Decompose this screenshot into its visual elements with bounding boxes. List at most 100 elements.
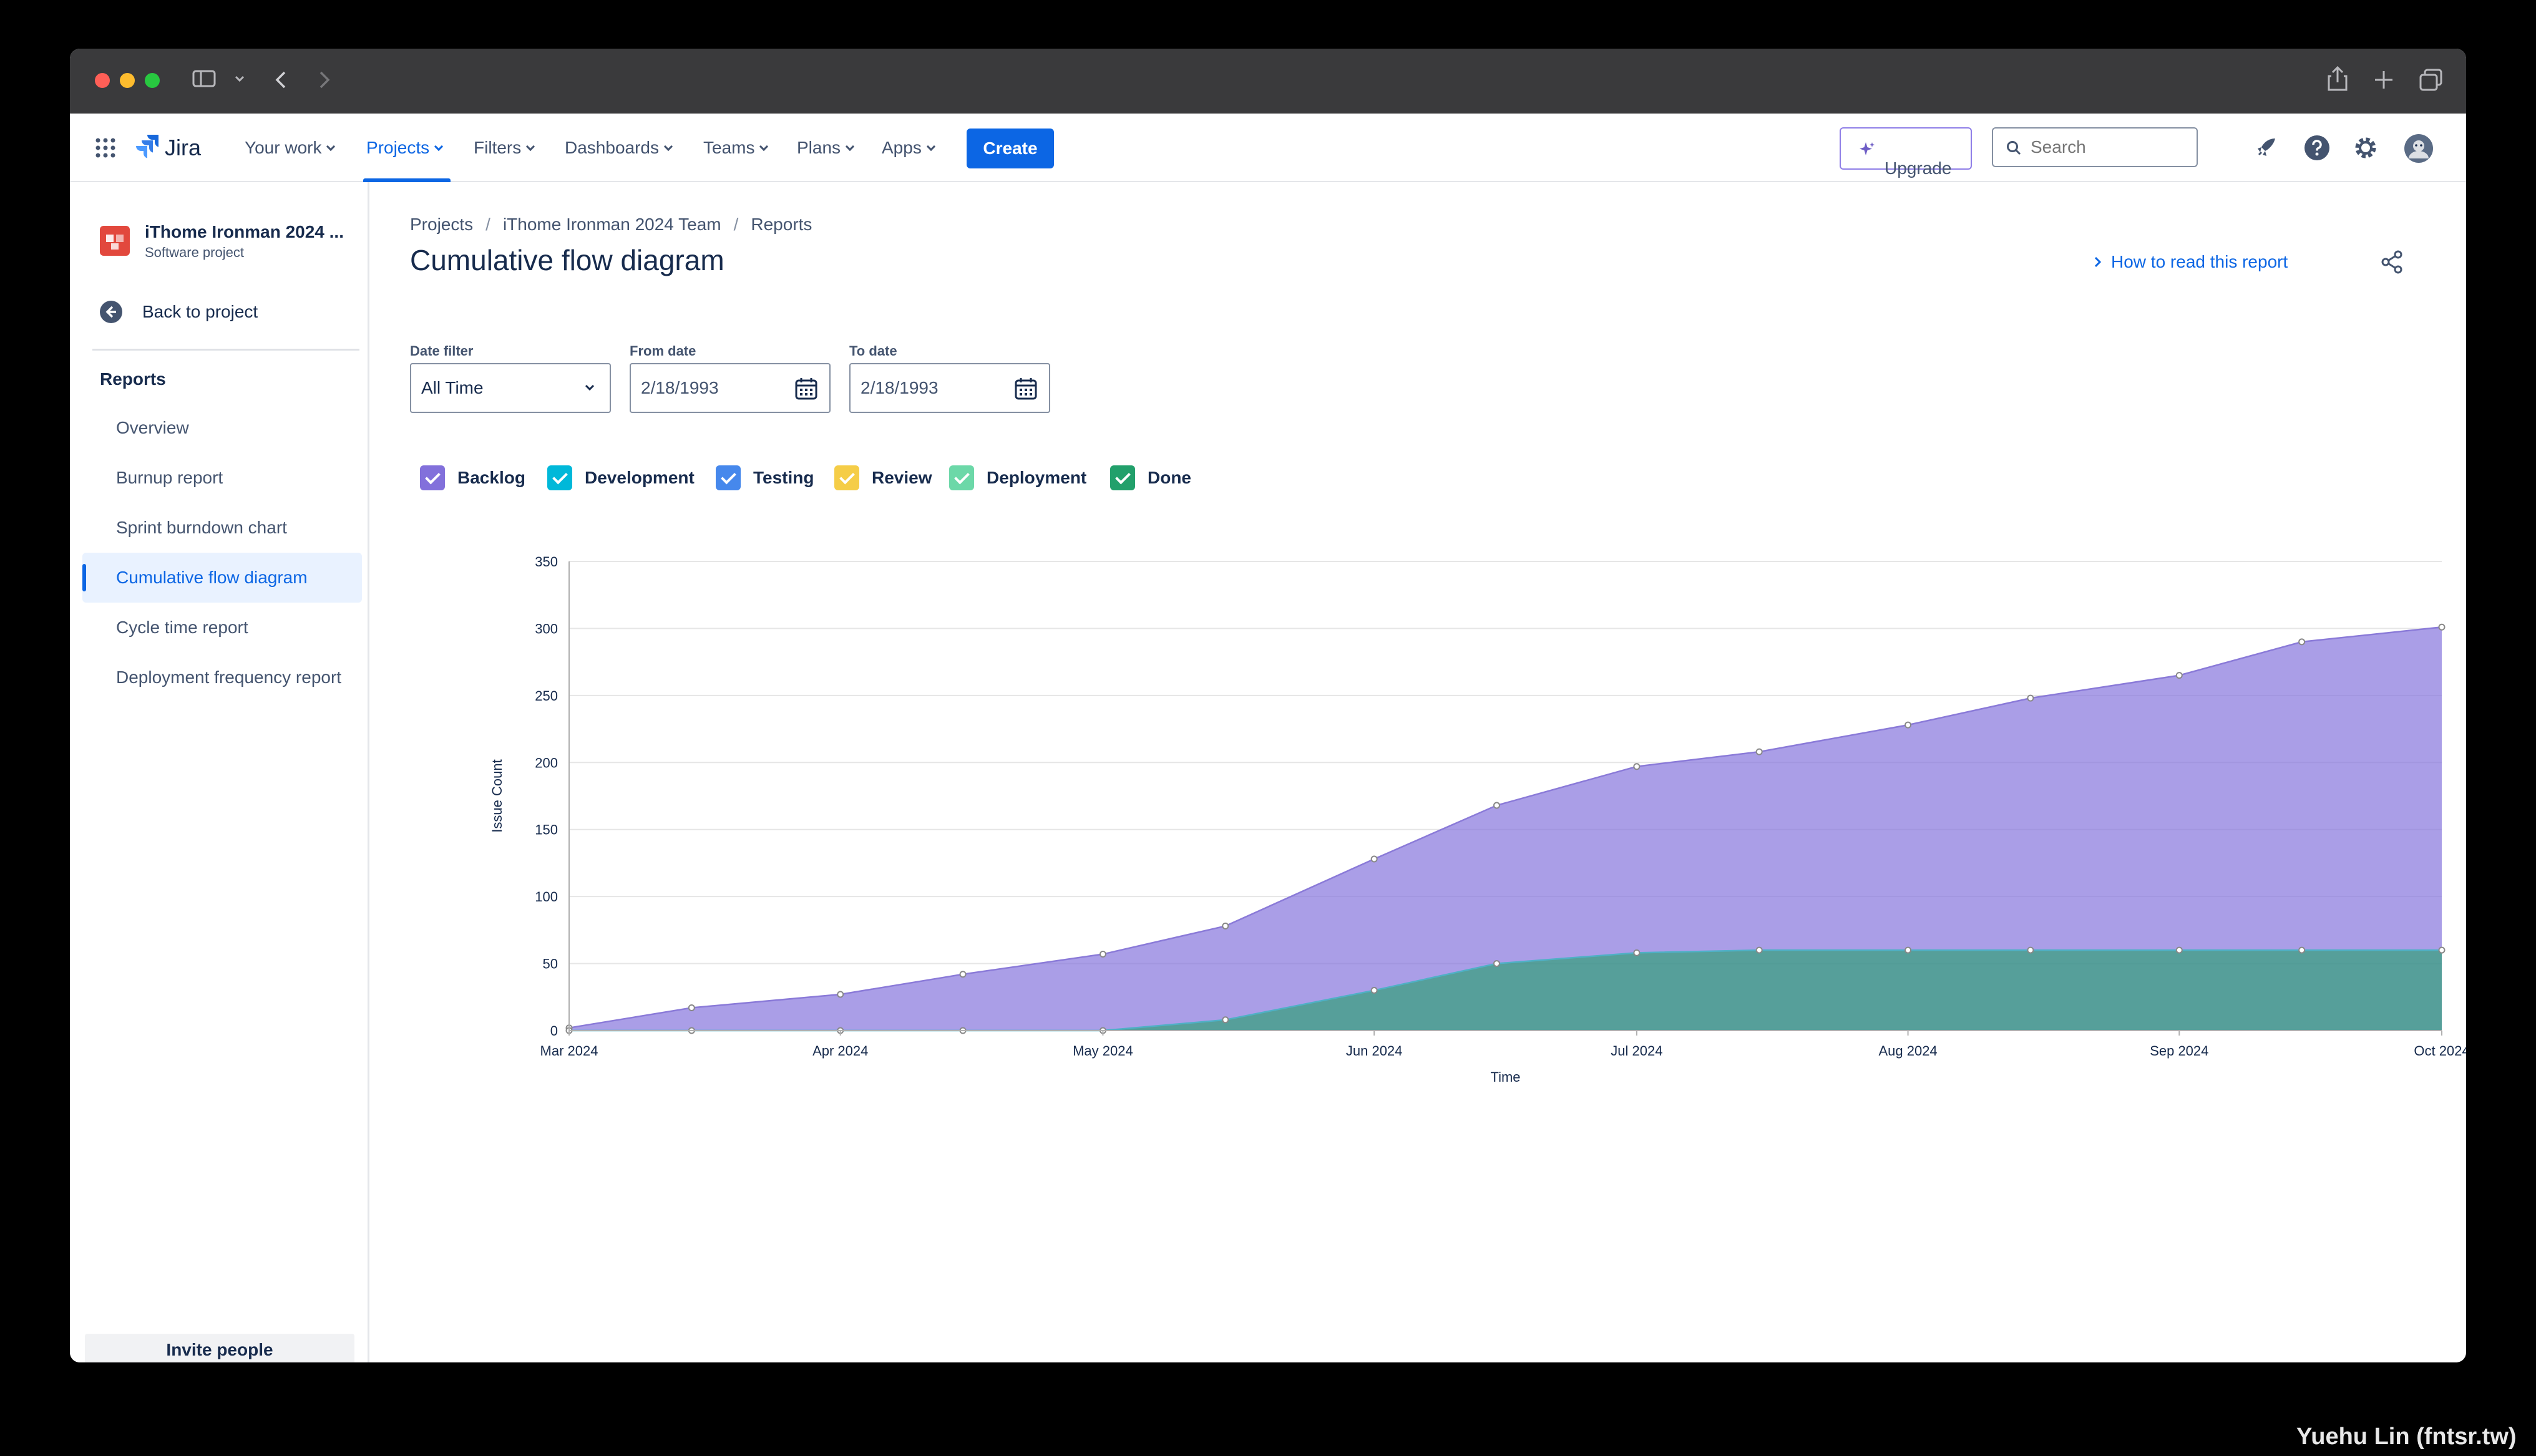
sidebar-divider: [92, 349, 359, 351]
nav-plans-label: Plans: [797, 138, 841, 157]
project-name[interactable]: iThome Ironman 2024 ...: [145, 222, 344, 242]
x-axis-title: Time: [1490, 1069, 1520, 1085]
x-tick-label: Jun 2024: [1346, 1043, 1403, 1059]
chevron-down-icon: [434, 142, 444, 152]
x-tick-label: Mar 2024: [540, 1043, 598, 1059]
sidebar-item-burnup-report[interactable]: Burnup report: [82, 453, 362, 503]
user-avatar[interactable]: [2404, 133, 2434, 163]
x-tick-label: Aug 2024: [1878, 1043, 1937, 1059]
data-point: [1493, 802, 1500, 809]
author-watermark: Yuehu Lin (fntsr.tw): [2296, 1424, 2517, 1450]
browser-toolbar: [70, 49, 2466, 114]
x-tick-label: Jul 2024: [1611, 1043, 1662, 1059]
data-point: [1755, 748, 1763, 755]
nav-filters[interactable]: Filters: [474, 114, 535, 182]
search-field[interactable]: [1992, 127, 2198, 167]
data-point: [2438, 623, 2446, 631]
upgrade-button[interactable]: Upgrade: [1840, 127, 1972, 178]
sparkle-icon: [1860, 142, 1875, 155]
nav-teams[interactable]: Teams: [703, 114, 769, 182]
settings-gear-icon[interactable]: [2351, 133, 2380, 162]
app-switcher-icon[interactable]: [95, 137, 116, 158]
data-point: [837, 991, 844, 998]
data-point: [1904, 721, 1912, 729]
zoom-window-button[interactable]: [145, 73, 160, 88]
data-point: [1099, 951, 1106, 958]
y-tick-label: 300: [535, 621, 558, 636]
data-point: [1370, 987, 1378, 994]
data-point: [1633, 763, 1641, 770]
minimize-window-button[interactable]: [120, 73, 135, 88]
nav-your-work[interactable]: Your work: [245, 114, 336, 182]
search-input[interactable]: [2031, 129, 2193, 166]
data-point: [688, 1004, 695, 1011]
data-point: [2298, 946, 2306, 954]
chevron-down-icon: [845, 142, 855, 152]
y-tick-label: 250: [535, 688, 558, 704]
top-navigation: Jira Your work Projects Filters Dashboar…: [70, 114, 2466, 182]
sidebar-item-deployment-frequency-report[interactable]: Deployment frequency report: [82, 653, 362, 702]
sidebar-item-cumulative-flow-diagram[interactable]: Cumulative flow diagram: [82, 553, 362, 603]
data-point: [2027, 694, 2034, 702]
chevron-down-icon[interactable]: [233, 72, 246, 85]
data-point: [959, 971, 967, 978]
x-tick-label: Sep 2024: [2150, 1043, 2208, 1059]
browser-window: Jira Your work Projects Filters Dashboar…: [70, 49, 2466, 1362]
close-window-button[interactable]: [95, 73, 110, 88]
new-tab-icon[interactable]: [2373, 69, 2395, 91]
y-tick-label: 100: [535, 889, 558, 905]
back-arrow-icon: [100, 301, 122, 323]
chevron-down-icon: [526, 142, 535, 152]
x-tick-label: Oct 2024: [2414, 1043, 2466, 1059]
data-point: [2298, 638, 2306, 646]
data-point: [2438, 946, 2446, 954]
nav-your-work-label: Your work: [245, 138, 322, 157]
y-axis-title: Issue Count: [489, 759, 505, 832]
sidebar-item-overview[interactable]: Overview: [82, 403, 362, 453]
nav-apps[interactable]: Apps: [882, 114, 935, 182]
sidebar-toggle-icon[interactable]: [192, 69, 217, 89]
chevron-down-icon: [663, 142, 673, 152]
data-point: [1904, 946, 1912, 954]
create-button[interactable]: Create: [967, 129, 1054, 168]
search-icon: [2007, 141, 2021, 155]
forward-arrow-icon[interactable]: [317, 69, 332, 91]
tab-overview-icon[interactable]: [2419, 69, 2444, 92]
x-tick-label: May 2024: [1073, 1043, 1133, 1059]
cumulative-flow-chart: 0 50 100 150 200 250 300 350 Mar 2024 Apr 2024 May…: [489, 554, 2466, 1085]
project-avatar: [100, 226, 130, 256]
project-sidebar: iThome Ironman 2024 ... Software project…: [70, 182, 369, 1362]
nav-teams-label: Teams: [703, 138, 755, 157]
nav-filters-label: Filters: [474, 138, 522, 157]
y-tick-label: 150: [535, 822, 558, 838]
y-tick-label: 50: [543, 956, 558, 972]
data-point: [1755, 946, 1763, 954]
nav-apps-label: Apps: [882, 138, 922, 157]
nav-dashboards-label: Dashboards: [565, 138, 659, 157]
back-arrow-icon[interactable]: [273, 69, 288, 91]
share-page-icon[interactable]: [2326, 65, 2349, 92]
jira-brand[interactable]: Jira: [165, 114, 201, 182]
nav-dashboards[interactable]: Dashboards: [565, 114, 673, 182]
sidebar-heading-reports: Reports: [100, 369, 166, 389]
back-to-project-label: Back to project: [142, 302, 258, 321]
data-point: [1493, 960, 1500, 968]
data-point: [2175, 946, 2183, 954]
jira-logo-icon[interactable]: [134, 133, 161, 162]
nav-projects[interactable]: Projects: [366, 114, 444, 182]
sidebar-item-cycle-time-report[interactable]: Cycle time report: [82, 603, 362, 653]
chevron-down-icon: [926, 142, 935, 152]
data-point: [2027, 946, 2034, 954]
y-tick-label: 200: [535, 755, 558, 770]
data-point: [1222, 922, 1229, 929]
help-icon[interactable]: [2303, 133, 2331, 162]
y-tick-label: 350: [535, 554, 558, 570]
report-content: Projects / iThome Ironman 2024 Team / Report…: [371, 182, 2466, 1362]
project-type-icon: [106, 235, 124, 250]
sidebar-item-sprint-burndown-chart[interactable]: Sprint burndown chart: [82, 503, 362, 553]
invite-people-button[interactable]: Invite people: [85, 1334, 354, 1362]
nav-plans[interactable]: Plans: [797, 114, 855, 182]
y-tick-label: 0: [550, 1023, 558, 1039]
notifications-rocket-icon[interactable]: [2254, 133, 2281, 161]
data-point: [1370, 855, 1378, 863]
